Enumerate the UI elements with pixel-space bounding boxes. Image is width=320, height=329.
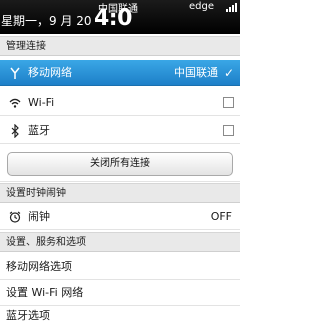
wifi-row[interactable]: Wi-Fi [0,90,240,116]
mobile-network-row[interactable]: 移动网络 中国联通 ✓ [0,60,240,86]
section-header-settings: 设置、服务和选项 [0,232,240,252]
alarm-label: 闹钟 [28,210,50,223]
section-header-alarm: 设置时钟闹钟 [0,183,240,203]
alarm-status: OFF [210,210,232,223]
settings-item-mobile-network-options[interactable]: 移动网络选项 [0,254,240,280]
clock-text: 4:0 [94,6,132,31]
bluetooth-checkbox[interactable] [223,125,234,136]
bluetooth-label: 蓝牙 [28,124,50,137]
settings-item-label: 移动网络选项 [6,260,72,273]
status-bar: 星期一，9 月 20 中国联通 4:0 edge [0,0,240,34]
alarm-clock-icon [8,204,22,230]
wifi-checkbox[interactable] [223,97,234,108]
bluetooth-icon [8,118,22,144]
date-text: 星期一，9 月 20 [1,14,92,28]
settings-item-label: 蓝牙选项 [6,309,50,322]
network-type: edge [189,1,214,12]
mobile-network-carrier: 中国联通 [174,66,218,79]
wifi-label: Wi-Fi [28,96,55,109]
signal-strength-icon [226,3,240,12]
section-header-manage-connections: 管理连接 [0,36,240,56]
checkmark-icon[interactable]: ✓ [224,60,234,86]
settings-item-bluetooth-options[interactable]: 蓝牙选项 [0,303,240,329]
close-all-connections-button[interactable]: 关闭所有连接 [7,152,233,176]
mobile-network-label: 移动网络 [28,66,72,79]
wifi-icon [8,90,22,116]
bluetooth-row[interactable]: 蓝牙 [0,118,240,144]
alarm-row[interactable]: 闹钟 OFF [0,204,240,230]
antenna-icon [8,60,22,86]
